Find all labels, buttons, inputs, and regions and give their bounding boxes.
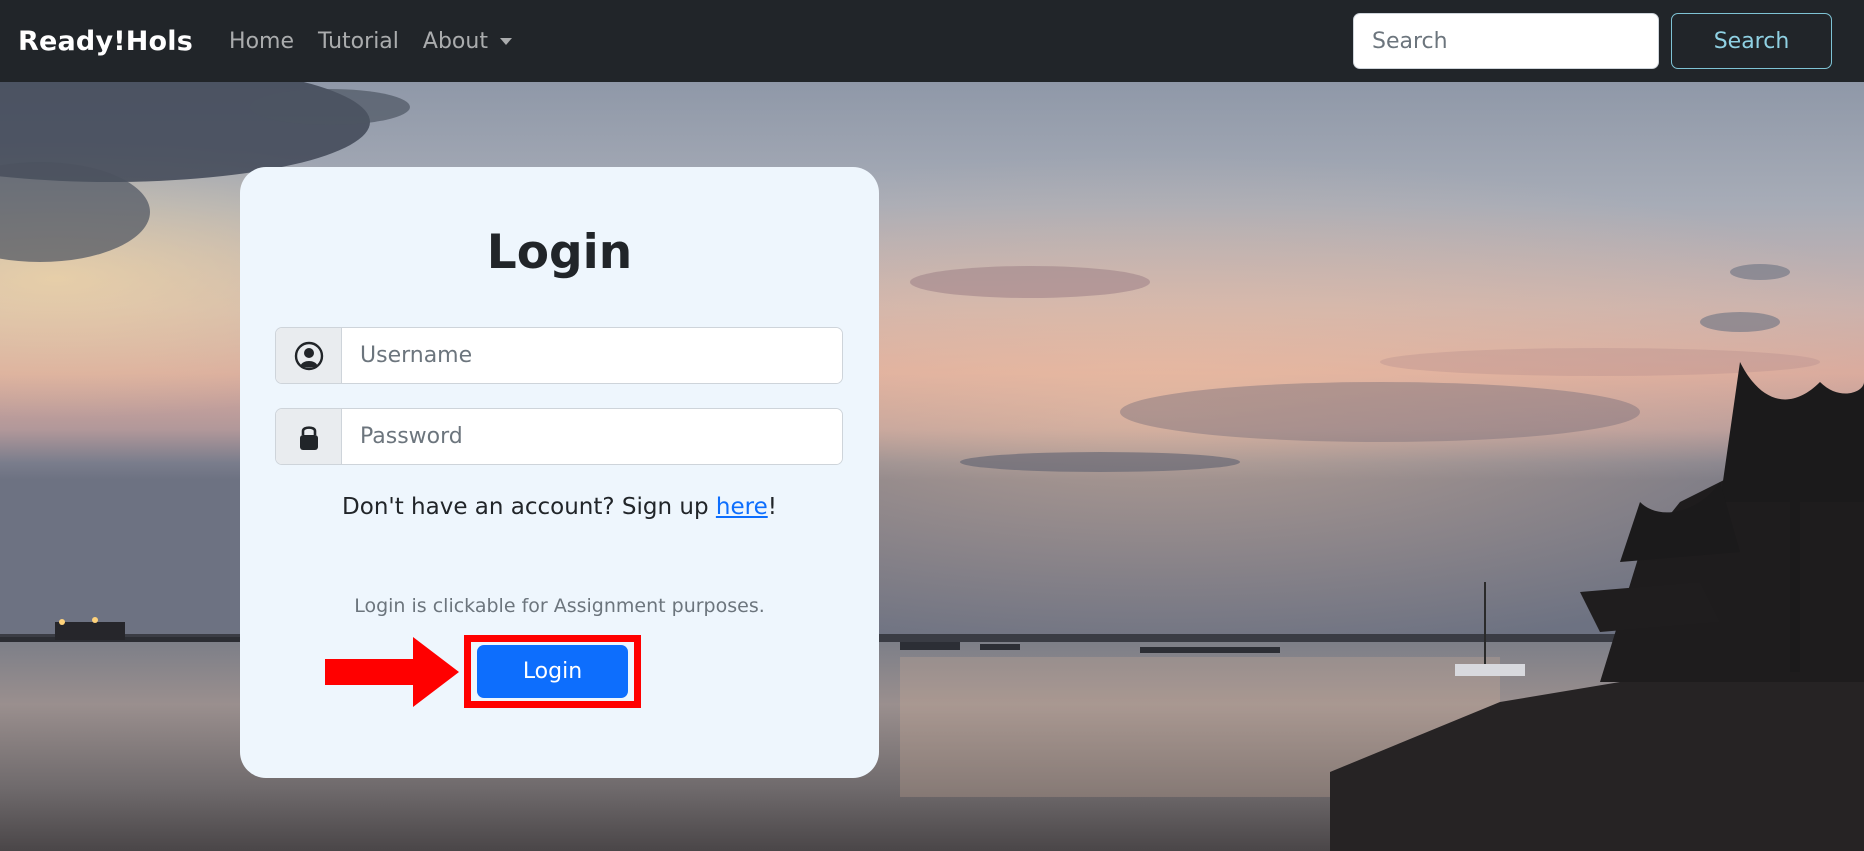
password-input-group [275,408,843,465]
password-input[interactable] [342,409,842,464]
username-input[interactable] [342,328,842,383]
brand-logo[interactable]: Ready!Hols [18,26,193,57]
signup-prompt: Don't have an account? Sign up here! [240,494,879,520]
top-navbar: Ready!Hols Home Tutorial About Search [0,0,1864,82]
login-button[interactable]: Login [477,645,628,698]
username-input-group [275,327,843,384]
red-arrow-icon [325,637,459,707]
assignment-note: Login is clickable for Assignment purpos… [354,595,765,617]
login-card: Login Don't have an account? Sign up her… [240,167,879,778]
nav-about-label: About [422,28,488,54]
search-button[interactable]: Search [1671,13,1832,69]
signup-prefix: Don't have an account? Sign up [342,494,716,520]
signup-suffix: ! [767,494,777,520]
login-title: Login [486,225,633,280]
nav-tutorial[interactable]: Tutorial [318,29,399,54]
nav-about-dropdown[interactable]: About [423,29,512,54]
signup-link[interactable]: here [716,494,768,520]
lock-icon [276,409,342,464]
user-circle-icon [276,328,342,383]
caret-down-icon [499,37,512,45]
search-input[interactable] [1353,13,1659,69]
nav-home[interactable]: Home [229,29,294,54]
